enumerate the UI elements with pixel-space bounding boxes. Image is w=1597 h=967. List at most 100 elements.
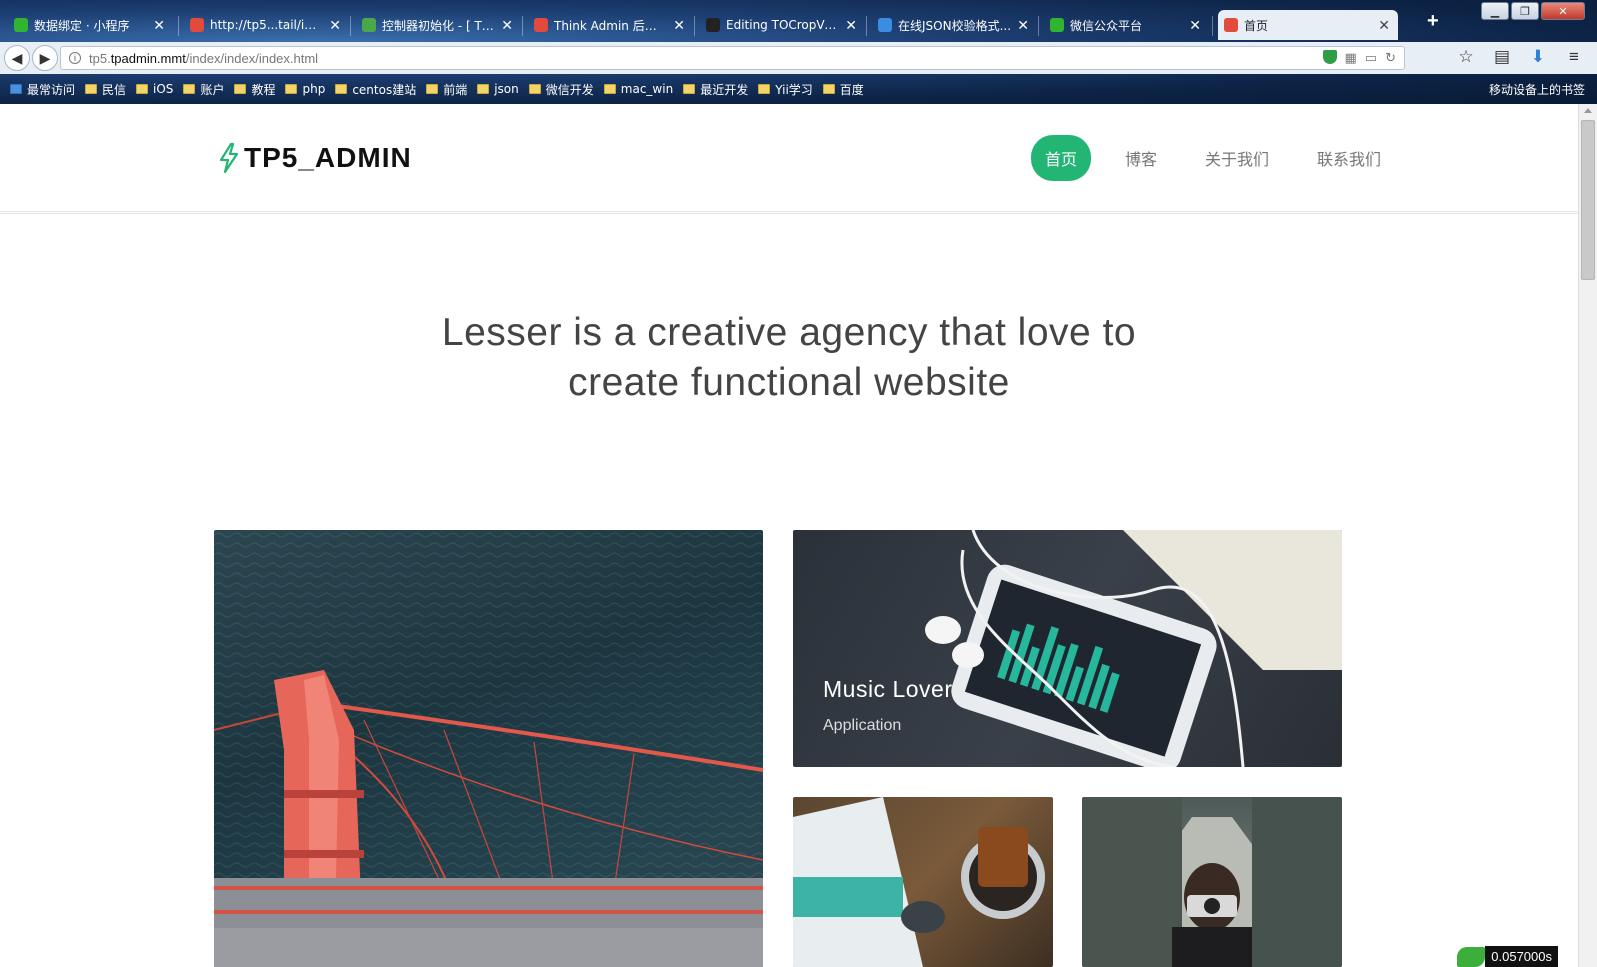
browser-tab[interactable]: 在线JSON校验格式... ✕ [872, 10, 1037, 40]
menu-icon[interactable]: ≡ [1563, 46, 1585, 68]
nav-about[interactable]: 关于我们 [1191, 135, 1283, 181]
close-window-button[interactable]: ✕ [1541, 2, 1585, 20]
folder-icon [822, 84, 835, 94]
portfolio-card-photographer[interactable] [1082, 797, 1342, 967]
browser-chrome: 数据绑定 · 小程序 ✕ http://tp5...tail/id/2 ✕ 控制器初始化… [0, 0, 1597, 104]
hero-line-1: Lesser is a creative agency that love to [441, 311, 1137, 354]
bookmark-item[interactable]: 微信开发 [528, 81, 594, 98]
bookmark-label: 最常访问 [27, 82, 76, 97]
browser-tab[interactable]: Think Admin 后台... ✕ [528, 10, 693, 40]
tab-separator [866, 16, 867, 36]
thinkadmin-icon [534, 18, 548, 32]
bookmark-label: 百度 [839, 82, 864, 97]
reload-icon[interactable]: ↻ [1385, 50, 1396, 66]
bookmark-item[interactable]: json [477, 82, 519, 96]
download-icon[interactable]: ⬇ [1527, 46, 1549, 68]
bookmark-item[interactable]: 民信 [85, 81, 126, 98]
folder-icon [683, 84, 696, 94]
tab-bar: 数据绑定 · 小程序 ✕ http://tp5...tail/id/2 ✕ 控制器初始化… [0, 4, 1597, 40]
browser-tools: ☆ ▤ ⬇ ≡ [1455, 46, 1585, 68]
lightning-icon [219, 142, 239, 174]
close-tab-icon[interactable]: ✕ [329, 17, 341, 34]
tab-separator [694, 16, 695, 36]
browser-tab[interactable]: http://tp5...tail/id/2 ✕ [184, 10, 349, 40]
bookmark-item[interactable]: 教程 [234, 81, 275, 98]
folder-icon [136, 84, 149, 94]
scroll-up-icon[interactable] [1584, 108, 1592, 113]
folder-icon [183, 84, 196, 94]
nav-home[interactable]: 首页 [1031, 135, 1092, 181]
qrcode-icon[interactable]: ▦ [1345, 50, 1357, 66]
bookmark-icon [10, 84, 22, 94]
close-tab-icon[interactable]: ✕ [673, 17, 685, 34]
close-tab-icon[interactable]: ✕ [501, 17, 513, 34]
bookmark-item[interactable]: 前端 [426, 81, 467, 98]
bookmark-item[interactable]: 最常访问 [10, 81, 75, 98]
browser-tab[interactable]: 控制器初始化 - [ Th... ✕ [356, 10, 521, 40]
folder-icon [426, 84, 439, 94]
photographer-image [1082, 797, 1342, 967]
shield-icon[interactable] [1322, 50, 1337, 64]
bookmark-label: 教程 [251, 82, 276, 97]
bookmarks-icon[interactable]: ▤ [1491, 46, 1513, 68]
mobile-bookmarks[interactable]: 移动设备上的书签 [1489, 78, 1597, 100]
site-header: TP5_ADMIN 首页 博客 关于我们 联系我们 [0, 104, 1578, 214]
portfolio-card-bridge[interactable] [214, 530, 763, 967]
bookmark-label: 最近开发 [700, 82, 749, 97]
bookmark-label: 微信开发 [545, 82, 594, 97]
new-tab-button[interactable]: + [1427, 10, 1439, 33]
mobile-bookmarks-label: 移动设备上的书签 [1488, 82, 1585, 97]
bookmark-item[interactable]: iOS [136, 82, 173, 96]
bookmark-item[interactable]: php [285, 82, 325, 96]
back-button[interactable]: ◀ [4, 45, 30, 71]
tab-title: 微信公众平台 [1070, 18, 1143, 33]
browser-tab[interactable]: 首页 ✕ [1218, 10, 1398, 40]
bridge-image [214, 530, 763, 967]
wechat-icon [1050, 18, 1064, 32]
bookmark-item[interactable]: 账户 [183, 81, 224, 98]
close-tab-icon[interactable]: ✕ [1189, 17, 1201, 34]
tab-title: Editing TOCropVie... [726, 18, 840, 32]
portfolio-card-music[interactable]: Music Lover Application [793, 530, 1342, 767]
folder-icon [335, 84, 348, 94]
bookmark-item[interactable]: Yii学习 [758, 81, 813, 98]
logo-text: TP5_ADMIN [244, 142, 412, 173]
bookmark-label: mac_win [620, 82, 674, 96]
bookmark-label: 民信 [102, 82, 127, 97]
folder-icon [477, 84, 490, 94]
performance-badge: 0.057000s [1457, 946, 1558, 967]
browser-tab[interactable]: 数据绑定 · 小程序 ✕ [8, 10, 173, 40]
tab-separator [1038, 16, 1039, 36]
music-caption: Music Lover Application [823, 676, 952, 735]
url-host: tpadmin.mmt [110, 50, 186, 66]
bookmark-item[interactable]: centos建站 [335, 81, 416, 98]
close-tab-icon[interactable]: ✕ [153, 17, 165, 34]
portfolio-card-travel[interactable] [793, 797, 1053, 967]
folder-icon [603, 84, 616, 94]
info-icon[interactable]: i [69, 52, 81, 64]
music-card-subtitle: Application [823, 717, 902, 734]
minimize-button[interactable]: ▁ [1481, 2, 1509, 20]
close-tab-icon[interactable]: ✕ [1378, 17, 1390, 34]
bookmark-item[interactable]: mac_win [603, 82, 674, 96]
close-tab-icon[interactable]: ✕ [845, 17, 857, 34]
page-scrollbar[interactable] [1578, 104, 1597, 967]
reader-view-icon[interactable]: ▭ [1365, 50, 1377, 66]
forward-arrow-icon: ▶ [39, 49, 51, 66]
close-tab-icon[interactable]: ✕ [1017, 17, 1029, 34]
bookmark-item[interactable]: 百度 [822, 81, 864, 98]
nav-contact[interactable]: 联系我们 [1303, 135, 1395, 181]
address-bar-actions: ▦ ▭ ↻ [1322, 50, 1396, 66]
star-icon[interactable]: ☆ [1455, 46, 1477, 68]
address-bar[interactable]: i tp5. tpadmin.mmt/index/index/index.html… [60, 46, 1405, 70]
hero-heading: Lesser is a creative agency that love to… [0, 308, 1578, 408]
maximize-button[interactable]: ❐ [1511, 2, 1539, 20]
bookmark-item[interactable]: 最近开发 [683, 81, 748, 98]
site-logo[interactable]: TP5_ADMIN [218, 142, 412, 174]
browser-tab[interactable]: 微信公众平台 ✕ [1044, 10, 1209, 40]
scrollbar-thumb[interactable] [1581, 120, 1595, 280]
bookmarks-toolbar: 最常访问 民信 iOS 账户 教程 php centos建站 前端 json 微信开发 mac_wi… [0, 78, 1597, 100]
forward-button[interactable]: ▶ [32, 45, 58, 71]
nav-blog[interactable]: 博客 [1111, 135, 1171, 181]
browser-tab[interactable]: Editing TOCropVie... ✕ [700, 10, 865, 40]
